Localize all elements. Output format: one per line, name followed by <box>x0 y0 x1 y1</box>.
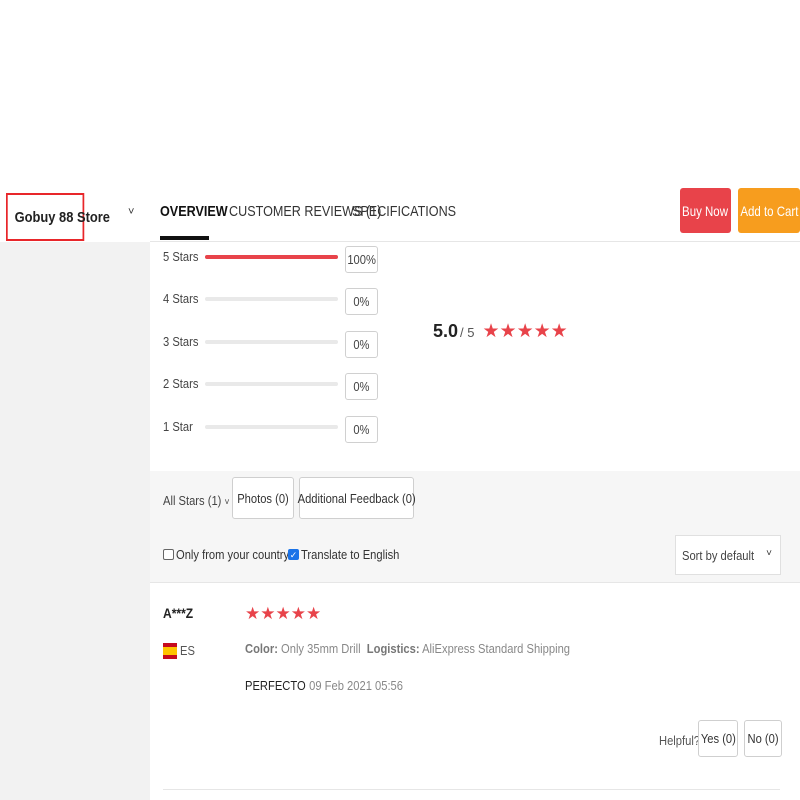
rating-out-of: / 5 <box>460 325 475 340</box>
review-stars-icon: ★★★★★ <box>245 604 322 623</box>
buy-now-button[interactable]: Buy Now <box>680 188 731 233</box>
only-country-checkbox[interactable] <box>163 549 174 560</box>
buy-now-label: Buy Now <box>682 202 729 219</box>
histogram-percent-3: 0% <box>345 331 378 358</box>
review-meta: Color: Only 35mm Drill Logistics: AliExp… <box>245 641 570 656</box>
rating-stars-icon: ★★★★★ <box>482 321 568 342</box>
divider <box>163 789 780 790</box>
histogram-label-2: 2 Stars <box>163 376 199 391</box>
color-value: Only 35mm Drill <box>281 641 361 656</box>
histogram-bar-1 <box>205 425 338 429</box>
helpful-no-button[interactable]: No (0) <box>744 720 782 757</box>
review-date: 09 Feb 2021 05:56 <box>309 678 403 693</box>
active-tab-indicator <box>160 236 209 240</box>
color-label: Color: <box>245 641 278 656</box>
all-stars-dropdown[interactable]: All Stars (1) ˅ <box>163 493 230 508</box>
reviewer-country: ES <box>180 643 195 658</box>
rating-score: 5.0 <box>433 321 459 341</box>
yes-label: Yes (0) <box>700 731 736 746</box>
histogram-label-1: 1 Star <box>163 419 193 434</box>
histogram-bar-5 <box>205 255 338 259</box>
logistics-value: AliExpress Standard Shipping <box>422 641 571 656</box>
histogram-label-3: 3 Stars <box>163 334 199 349</box>
only-country-label[interactable]: Only from your country <box>176 547 289 562</box>
chevron-down-icon: ˅ <box>224 497 230 508</box>
translate-checkbox[interactable]: ✓ <box>288 549 299 560</box>
percent-text: 0% <box>353 379 370 394</box>
histogram-label-4: 4 Stars <box>163 291 199 306</box>
helpful-label: Helpful? <box>659 733 701 748</box>
histogram-bar-2 <box>205 382 338 386</box>
helpful-yes-button[interactable]: Yes (0) <box>698 720 738 757</box>
histogram-fill <box>205 255 338 259</box>
histogram-bar-4 <box>205 297 338 301</box>
review-body: PERFECTO 09 Feb 2021 05:56 <box>245 678 403 693</box>
percent-text: 100% <box>347 252 376 267</box>
percent-text: 0% <box>353 337 370 352</box>
no-label: No (0) <box>747 731 779 746</box>
photos-filter-button[interactable]: Photos (0) <box>232 477 294 519</box>
reviewer-name: A***Z <box>163 605 194 621</box>
sort-label: Sort by default <box>682 547 755 563</box>
translate-label[interactable]: Translate to English <box>301 547 399 562</box>
additional-feedback-filter-button[interactable]: Additional Feedback (0) <box>297 477 416 519</box>
percent-text: 0% <box>353 294 370 309</box>
chevron-down-icon[interactable]: ˅ <box>128 206 134 218</box>
tab-specifications[interactable]: SPECIFICATIONS <box>352 203 456 220</box>
logistics-label: Logistics: <box>366 641 420 656</box>
all-stars-label: All Stars (1) <box>163 493 222 508</box>
chevron-down-icon: ˅ <box>766 548 772 559</box>
store-name[interactable]: Gobuy 88 Store <box>6 193 110 241</box>
histogram-percent-2: 0% <box>345 373 378 400</box>
histogram-percent-5: 100% <box>345 246 378 273</box>
photos-filter-label: Photos (0) <box>237 490 289 506</box>
histogram-label-5: 5 Stars <box>163 249 199 264</box>
percent-text: 0% <box>353 422 370 437</box>
sort-select[interactable]: Sort by default ˅ <box>675 535 781 575</box>
add-to-cart-button[interactable]: Add to Cart <box>738 188 800 233</box>
add-to-cart-label: Add to Cart <box>739 202 799 219</box>
tab-overview[interactable]: OVERVIEW <box>160 203 228 220</box>
histogram-percent-1: 0% <box>345 416 378 443</box>
review-text: PERFECTO <box>245 678 306 693</box>
spain-flag-icon <box>163 643 177 659</box>
additional-feedback-label: Additional Feedback (0) <box>297 490 416 506</box>
histogram-percent-4: 0% <box>345 288 378 315</box>
histogram-bar-3 <box>205 340 338 344</box>
sidebar-background <box>0 242 150 800</box>
overall-rating: 5.0 / 5 ★★★★★ <box>433 320 568 343</box>
